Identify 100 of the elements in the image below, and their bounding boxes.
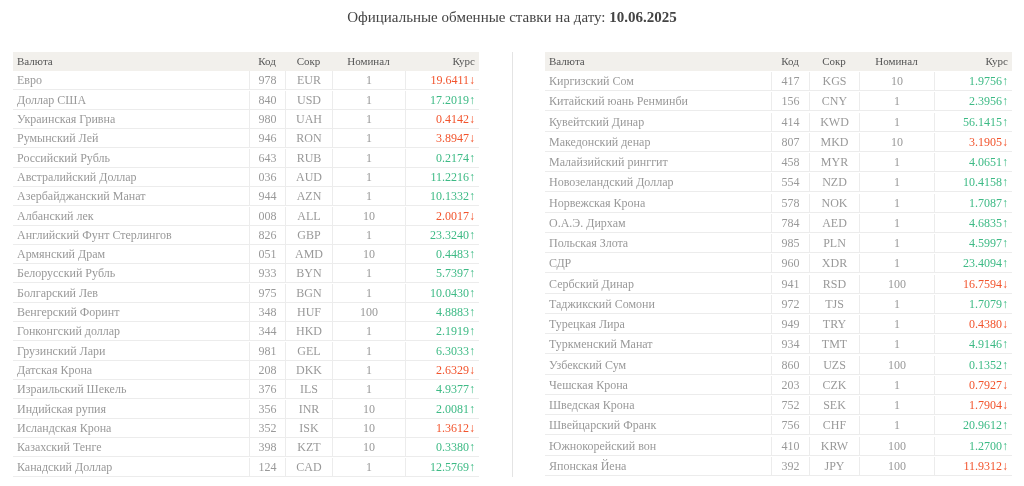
table-cell: MYR	[809, 153, 859, 173]
table-cell: 6.3033↑	[405, 341, 479, 361]
column-header: Курс	[934, 52, 1012, 71]
table-cell: Таджикский Сомони	[545, 294, 771, 314]
table-cell: 1	[859, 112, 934, 132]
table-cell: CZK	[809, 375, 859, 395]
table-cell: TJS	[809, 294, 859, 314]
table-cell: 0.2174↑	[405, 148, 479, 168]
column-header: Сокр	[809, 52, 859, 71]
table-cell: 4.9146↑	[934, 335, 1012, 355]
column-header: Номинал	[859, 52, 934, 71]
table-cell: NZD	[809, 173, 859, 193]
table-cell: Евро	[13, 71, 249, 91]
table-cell: 203	[771, 375, 809, 395]
table-cell: BYN	[285, 264, 332, 284]
table-cell: RUB	[285, 148, 332, 168]
table-cell: 10	[332, 438, 405, 458]
table-cell: 1	[859, 234, 934, 254]
table-cell: 4.6835↑	[934, 213, 1012, 233]
table-cell: KZT	[285, 438, 332, 458]
table-cell: 2.3956↑	[934, 92, 1012, 112]
table-cell: Индийская рупия	[13, 399, 249, 419]
table-cell: 100	[332, 303, 405, 323]
table-cell: 981	[249, 341, 285, 361]
table-cell: 16.7594↓	[934, 274, 1012, 294]
table-cell: 1	[332, 90, 405, 110]
table-cell: AUD	[285, 167, 332, 187]
table-cell: 1	[859, 315, 934, 335]
table-cell: СДР	[545, 254, 771, 274]
table-cell: XDR	[809, 254, 859, 274]
table-cell: 0.3380↑	[405, 438, 479, 458]
table-cell: 784	[771, 213, 809, 233]
table-cell: 10.4158↑	[934, 173, 1012, 193]
table-cell: 051	[249, 245, 285, 265]
table-cell: Армянский Драм	[13, 245, 249, 265]
table-cell: 980	[249, 109, 285, 129]
column-header: Курс	[405, 52, 479, 71]
table-cell: 11.2216↑	[405, 167, 479, 187]
table-cell: Гонконгский доллар	[13, 322, 249, 342]
table-cell: 1	[859, 213, 934, 233]
column-header: Номинал	[332, 52, 405, 71]
table-cell: 0.4380↓	[934, 315, 1012, 335]
column-header: Валюта	[13, 52, 249, 71]
table-cell: 1	[332, 264, 405, 284]
table-cell: Польская Злота	[545, 234, 771, 254]
table-cell: 946	[249, 129, 285, 149]
table-cell: PLN	[809, 234, 859, 254]
table-cell: Датская Крона	[13, 361, 249, 381]
table-cell: Доллар США	[13, 90, 249, 110]
table-cell: 1	[332, 187, 405, 207]
table-cell: AMD	[285, 245, 332, 265]
table-cell: 1	[332, 457, 405, 477]
table-cell: JPY	[809, 456, 859, 476]
table-cell: 5.7397↑	[405, 264, 479, 284]
table-cell: 2.0081↑	[405, 399, 479, 419]
table-cell: 1	[332, 341, 405, 361]
table-cell: 344	[249, 322, 285, 342]
table-cell: MKD	[809, 132, 859, 152]
table-cell: INR	[285, 399, 332, 419]
table-cell: NOK	[809, 193, 859, 213]
table-cell: UZS	[809, 355, 859, 375]
table-cell: 1	[859, 153, 934, 173]
table-cell: 1	[859, 193, 934, 213]
table-cell: 100	[859, 274, 934, 294]
column-header: Сокр	[285, 52, 332, 71]
table-cell: 036	[249, 167, 285, 187]
table-cell: Туркменский Манат	[545, 335, 771, 355]
table-cell: ISK	[285, 419, 332, 438]
table-cell: Кувейтский Динар	[545, 112, 771, 132]
table-cell: 1.2700↑	[934, 436, 1012, 456]
table-cell: 1	[332, 148, 405, 168]
table-cell: 752	[771, 396, 809, 415]
table-cell: 2.6329↓	[405, 361, 479, 381]
table-cell: 1	[859, 254, 934, 274]
table-cell: Израильский Шекель	[13, 380, 249, 400]
table-cell: USD	[285, 90, 332, 110]
table-cell: ALL	[285, 206, 332, 226]
table-cell: KWD	[809, 112, 859, 132]
table-cell: 4.5997↑	[934, 234, 1012, 254]
table-cell: 934	[771, 335, 809, 355]
table-cell: 348	[249, 303, 285, 323]
table-cell: 23.4094↑	[934, 254, 1012, 274]
table-cell: BGN	[285, 283, 332, 303]
table-cell: 124	[249, 457, 285, 477]
table-cell: 0.1352↑	[934, 355, 1012, 375]
table-cell: 0.4483↑	[405, 245, 479, 265]
table-cell: 10	[332, 399, 405, 419]
table-cell: 1	[332, 129, 405, 149]
table-cell: 3.1905↓	[934, 132, 1012, 152]
table-cell: 10	[332, 206, 405, 226]
table-cell: Канадский Доллар	[13, 457, 249, 477]
table-cell: Азербайджанский Манат	[13, 187, 249, 207]
table-cell: 941	[771, 274, 809, 294]
table-cell: AED	[809, 213, 859, 233]
table-cell: Украинская Гривна	[13, 109, 249, 129]
table-cell: 1	[859, 416, 934, 436]
table-cell: AZN	[285, 187, 332, 207]
table-cell: Исландская Крона	[13, 419, 249, 438]
table-cell: 949	[771, 315, 809, 335]
table-cell: CNY	[809, 92, 859, 112]
